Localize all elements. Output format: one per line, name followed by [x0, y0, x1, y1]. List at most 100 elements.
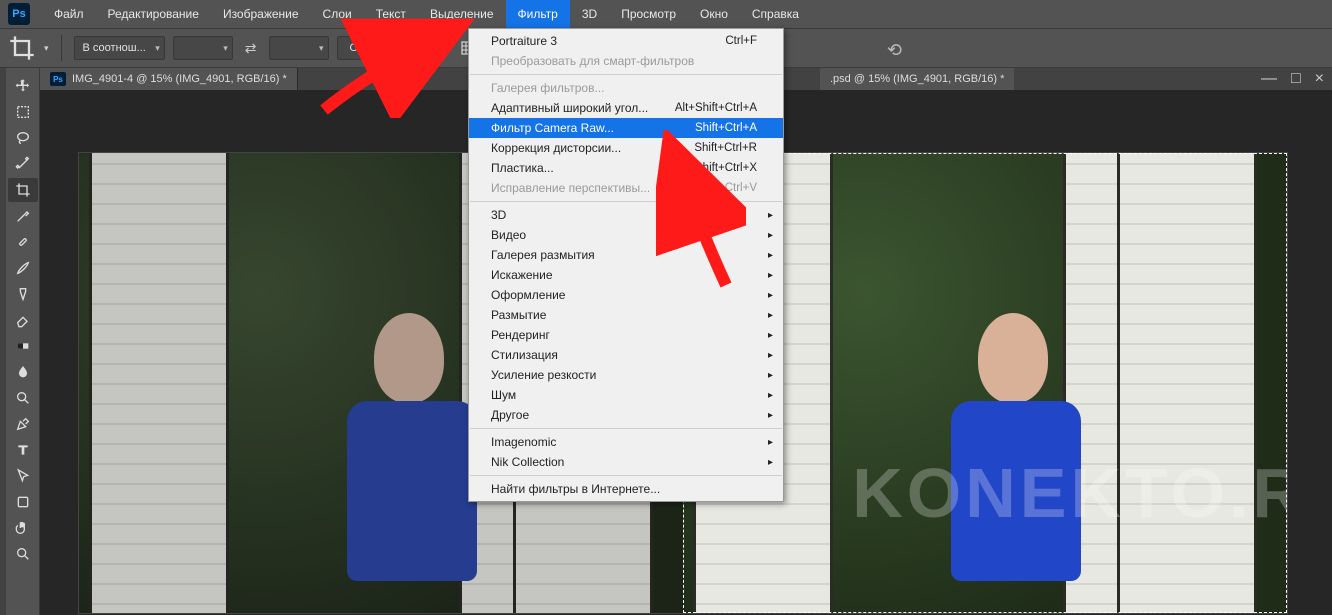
clear-button[interactable]: Очистить [337, 36, 411, 60]
menu-type[interactable]: Текст [364, 0, 418, 28]
filter-menu-item[interactable]: Галерея размытия ▸ [469, 245, 783, 265]
menu-item-label: Portraiture 3 [491, 34, 557, 48]
filter-menu-item[interactable]: 3D▸ [469, 205, 783, 225]
submenu-arrow-icon: ▸ [768, 250, 773, 261]
filter-menu-item[interactable]: Усиление резкости ▸ [469, 365, 783, 385]
menu-window[interactable]: Окно [688, 0, 740, 28]
filter-menu-item[interactable]: Видео ▸ [469, 225, 783, 245]
menu-item-label: Imagenomic [491, 435, 556, 449]
shape-tool[interactable] [8, 490, 38, 514]
filter-menu-item[interactable]: Адаптивный широкий угол... Alt+Shift+Ctrl… [469, 98, 783, 118]
menu-item-shortcut: Shift+Ctrl+X [695, 162, 757, 174]
filter-menu-item[interactable]: Размытие▸ [469, 305, 783, 325]
document-tab-1[interactable]: Ps IMG_4901-4 @ 15% (IMG_4901, RGB/16) * [40, 68, 298, 90]
dodge-tool[interactable] [8, 386, 38, 410]
eyedropper-tool[interactable] [8, 204, 38, 228]
filter-menu-item[interactable]: Imagenomic ▸ [469, 432, 783, 452]
height-input[interactable] [269, 36, 329, 60]
menu-item-shortcut: Alt+Shift+Ctrl+A [675, 102, 757, 114]
document-tab-title: .psd @ 15% (IMG_4901, RGB/16) * [830, 73, 1004, 85]
filter-menu: Portraiture 3Ctrl+F Преобразовать для сма… [468, 28, 784, 502]
menu-item-label: Исправление перспективы... [491, 181, 650, 195]
hand-tool[interactable] [8, 516, 38, 540]
menu-item-shortcut: Alt+Ctrl+V [705, 182, 757, 194]
menu-file[interactable]: Файл [42, 0, 96, 28]
menu-item-label: Nik Collection [491, 455, 564, 469]
menu-item-shortcut: Shift+Ctrl+A [695, 122, 757, 134]
aspect-ratio-dropdown[interactable]: В соотнош... [74, 36, 165, 60]
close-icon[interactable]: × [1315, 70, 1324, 88]
filter-menu-item[interactable]: Фильтр Camera Raw... Shift+Ctrl+A [469, 118, 783, 138]
maximize-icon[interactable]: □ [1291, 70, 1301, 88]
menu-item-label: Размытие [491, 308, 546, 322]
menu-help[interactable]: Справка [740, 0, 811, 28]
submenu-arrow-icon: ▸ [768, 390, 773, 401]
submenu-arrow-icon: ▸ [768, 290, 773, 301]
submenu-arrow-icon: ▸ [768, 437, 773, 448]
brush-tool[interactable] [8, 256, 38, 280]
menu-image[interactable]: Изображение [211, 0, 311, 28]
menu-view[interactable]: Просмотр [609, 0, 688, 28]
watermark-text: KONEKTO.R [852, 453, 1287, 533]
healing-tool[interactable] [8, 230, 38, 254]
eraser-tool[interactable] [8, 308, 38, 332]
menu-item-label: Преобразовать для смарт-фильтров [491, 54, 694, 68]
marquee-tool[interactable] [8, 100, 38, 124]
menu-item-label: Стилизация [491, 348, 558, 362]
move-tool[interactable] [8, 74, 38, 98]
menubar: Ps Файл Редактирование Изображение Слои … [0, 0, 1332, 28]
menu-item-label: Другое [491, 408, 529, 422]
filter-menu-item[interactable]: Оформление▸ [469, 285, 783, 305]
filter-menu-item[interactable]: Рендеринг▸ [469, 325, 783, 345]
filter-menu-item: Исправление перспективы... Alt+Ctrl+V [469, 178, 783, 198]
filter-menu-item[interactable]: Nik Collection ▸ [469, 452, 783, 472]
menu-item-label: Рендеринг [491, 328, 550, 342]
swap-icon[interactable]: ⇄ [241, 40, 261, 57]
blur-tool[interactable] [8, 360, 38, 384]
filter-menu-item[interactable]: Искажение▸ [469, 265, 783, 285]
filter-menu-item: Преобразовать для смарт-фильтров [469, 51, 783, 71]
submenu-arrow-icon: ▸ [768, 457, 773, 468]
filter-menu-item[interactable]: Другое ▸ [469, 405, 783, 425]
zoom-tool[interactable] [8, 542, 38, 566]
document-tab-2[interactable]: .psd @ 15% (IMG_4901, RGB/16) * [820, 68, 1014, 90]
filter-menu-item[interactable]: Стилизация▸ [469, 345, 783, 365]
filter-menu-item[interactable]: Коррекция дисторсии... Shift+Ctrl+R [469, 138, 783, 158]
clone-tool[interactable] [8, 282, 38, 306]
submenu-arrow-icon: ▸ [768, 230, 773, 241]
submenu-arrow-icon: ▸ [768, 270, 773, 281]
lasso-tool[interactable] [8, 126, 38, 150]
filter-menu-item[interactable]: Найти фильтры в Интернете... [469, 479, 783, 499]
app-logo: Ps [8, 3, 30, 25]
menu-edit[interactable]: Редактирование [96, 0, 211, 28]
menu-filter[interactable]: Фильтр [506, 0, 570, 28]
crop-tool[interactable] [8, 178, 38, 202]
type-tool[interactable] [8, 438, 38, 462]
menu-item-label: Найти фильтры в Интернете... [491, 482, 660, 496]
path-select-tool[interactable] [8, 464, 38, 488]
gradient-tool[interactable] [8, 334, 38, 358]
filter-menu-item[interactable]: Portraiture 3Ctrl+F [469, 31, 783, 51]
submenu-arrow-icon: ▸ [768, 410, 773, 421]
menu-item-label: Фильтр Camera Raw... [491, 121, 614, 135]
menu-item-label: Галерея размытия [491, 248, 595, 262]
menu-select[interactable]: Выделение [418, 0, 506, 28]
minimize-icon[interactable]: — [1261, 70, 1277, 88]
menu-item-label: Видео [491, 228, 526, 242]
undo-icon[interactable]: ⟲ [887, 40, 902, 61]
menu-item-label: Коррекция дисторсии... [491, 141, 621, 155]
straighten-icon[interactable] [418, 34, 446, 62]
width-input[interactable] [173, 36, 233, 60]
menu-item-label: Усиление резкости [491, 368, 596, 382]
menu-layer[interactable]: Слои [311, 0, 364, 28]
menu-item-label: Адаптивный широкий угол... [491, 101, 648, 115]
menu-3d[interactable]: 3D [570, 0, 609, 28]
menu-item-label: Галерея фильтров... [491, 81, 604, 95]
magic-wand-tool[interactable] [8, 152, 38, 176]
submenu-arrow-icon: ▸ [768, 370, 773, 381]
filter-menu-item[interactable]: Шум▸ [469, 385, 783, 405]
menu-item-label: Пластика... [491, 161, 554, 175]
filter-menu-item[interactable]: Пластика... Shift+Ctrl+X [469, 158, 783, 178]
pen-tool[interactable] [8, 412, 38, 436]
menu-item-shortcut: Shift+Ctrl+R [694, 142, 757, 154]
